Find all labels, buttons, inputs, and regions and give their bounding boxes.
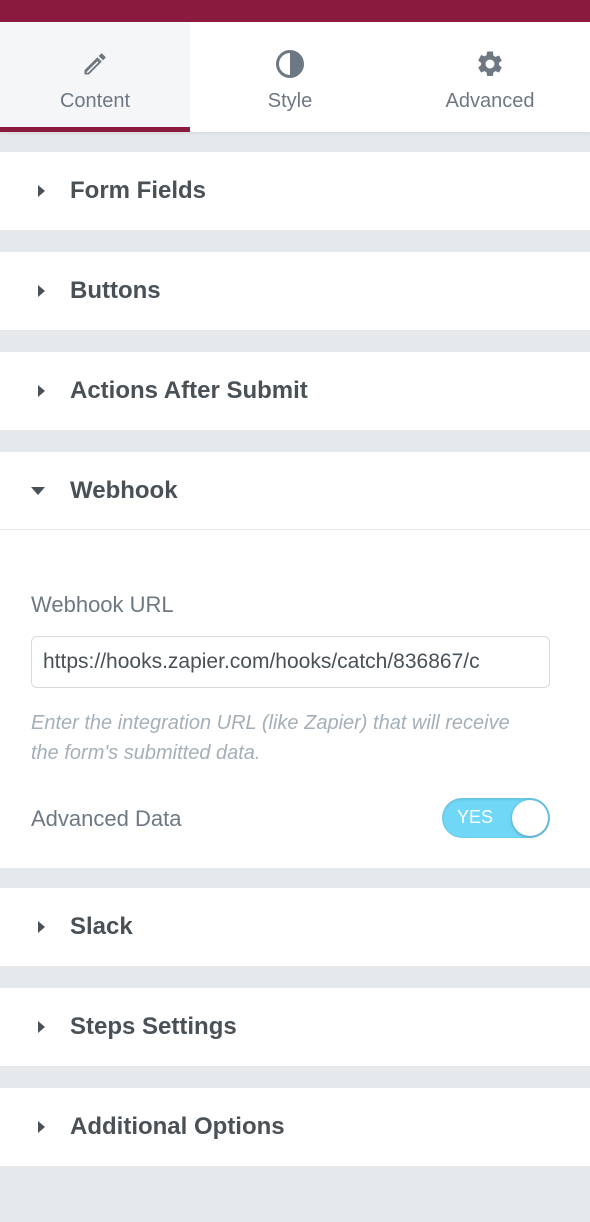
webhook-help-text: Enter the integration URL (like Zapier) …: [31, 712, 510, 764]
tab-advanced-label: Advanced: [445, 90, 535, 112]
caret-right-icon: [0, 920, 70, 934]
caret-right-icon: [0, 1020, 70, 1034]
section-webhook-header[interactable]: Webhook: [0, 452, 590, 530]
section-title: Webhook: [70, 476, 178, 504]
caret-right-icon: [0, 184, 70, 198]
section-title: Form Fields: [70, 177, 207, 204]
section-title: Slack: [70, 913, 133, 940]
advanced-data-label: Advanced Data: [31, 806, 182, 831]
caret-down-icon: [0, 486, 70, 496]
section-steps-settings[interactable]: Steps Settings: [0, 988, 590, 1066]
section-additional-options[interactable]: Additional Options: [0, 1088, 590, 1166]
tab-content-label: Content: [59, 90, 131, 112]
section-form-fields[interactable]: Form Fields: [0, 152, 590, 230]
section-title: Steps Settings: [70, 1013, 237, 1040]
section-title: Buttons: [70, 277, 161, 304]
advanced-data-toggle[interactable]: YES: [442, 798, 550, 838]
gear-icon: [474, 48, 506, 80]
tab-content[interactable]: Content: [0, 22, 190, 132]
webhook-url-input[interactable]: [31, 636, 550, 688]
tab-style[interactable]: Style: [190, 22, 390, 132]
tab-style-label: Style: [267, 90, 313, 112]
caret-right-icon: [0, 1120, 70, 1134]
top-accent-bar: [0, 0, 590, 22]
section-actions-after-submit[interactable]: Actions After Submit: [0, 352, 590, 430]
section-webhook: Webhook Webhook URL Enter the integratio…: [0, 452, 590, 868]
toggle-state-label: YES: [457, 807, 494, 827]
webhook-url-label: Webhook URL: [31, 592, 174, 617]
section-title: Actions After Submit: [70, 377, 308, 404]
section-title: Additional Options: [70, 1113, 285, 1140]
section-buttons[interactable]: Buttons: [0, 252, 590, 330]
panel-tabs: Content Style Advanced: [0, 22, 590, 132]
toggle-knob: [512, 800, 548, 836]
caret-right-icon: [0, 284, 70, 298]
pencil-icon: [79, 48, 111, 80]
section-slack[interactable]: Slack: [0, 888, 590, 966]
tab-advanced[interactable]: Advanced: [390, 22, 590, 132]
half-circle-icon: [274, 48, 306, 80]
caret-right-icon: [0, 384, 70, 398]
